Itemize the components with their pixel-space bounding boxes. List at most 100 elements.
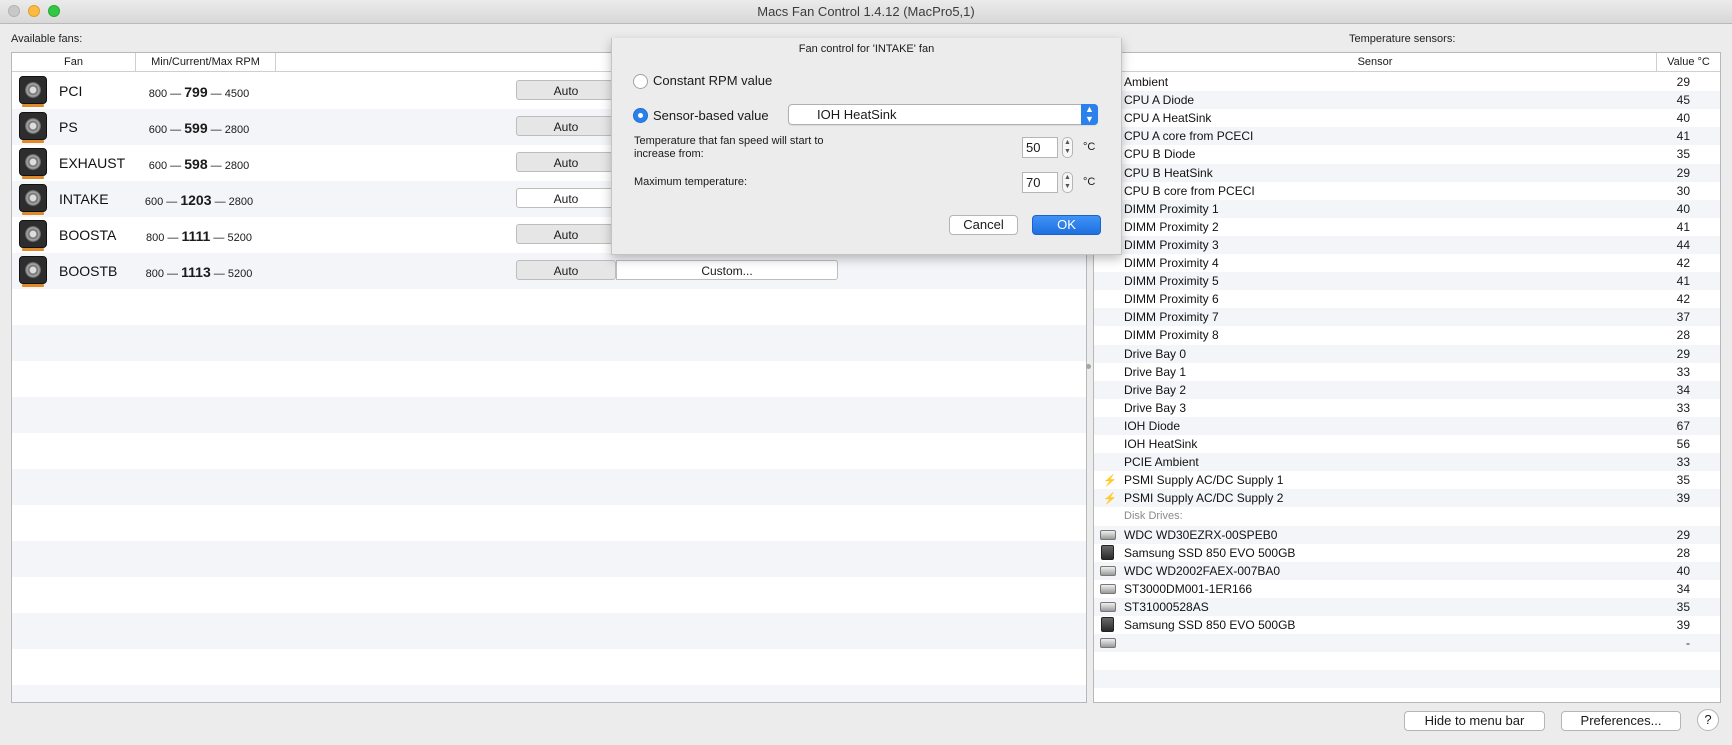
fan-control-dialog: Fan control for 'INTAKE' fan Constant RP… — [611, 38, 1122, 255]
sensor-row[interactable]: CPU A Diode 45 — [1094, 91, 1718, 109]
auto-button[interactable]: Auto — [516, 260, 616, 280]
sensor-row[interactable]: CPU B core from PCECI 30 — [1094, 182, 1718, 200]
sensor-row[interactable]: Samsung SSD 850 EVO 500GB 39 — [1094, 616, 1718, 634]
sensor-row[interactable]: DIMM Proximity 3 44 — [1094, 236, 1718, 254]
constant-rpm-label[interactable]: Constant RPM value — [653, 73, 772, 88]
sensor-row[interactable]: Drive Bay 3 33 — [1094, 399, 1718, 417]
cancel-button[interactable]: Cancel — [949, 215, 1018, 235]
sensor-value: 56 — [1676, 437, 1690, 451]
preferences-button[interactable]: Preferences... — [1561, 711, 1681, 731]
sensor-value: 45 — [1676, 93, 1690, 108]
window-title: Macs Fan Control 1.4.12 (MacPro5,1) — [757, 4, 975, 19]
sensor-value: 28 — [1676, 328, 1690, 343]
sensor-row[interactable]: CPU B Diode 35 — [1094, 145, 1718, 163]
auto-button[interactable]: Auto — [516, 224, 616, 244]
sensor-row[interactable]: IOH HeatSink 56 — [1094, 435, 1718, 453]
sensor-name: Drive Bay 3 — [1124, 400, 1187, 415]
sensor-name: WDC WD2002FAEX-007BA0 — [1124, 563, 1281, 578]
sensor-based-label[interactable]: Sensor-based value — [653, 108, 769, 123]
sensor-row[interactable]: WDC WD30EZRX-00SPEB0 29 — [1094, 526, 1718, 544]
auto-button[interactable]: Auto — [516, 152, 616, 172]
sensor-row[interactable]: - — [1094, 634, 1718, 652]
sensor-row[interactable]: ST3000DM001-1ER166 34 — [1094, 580, 1718, 598]
sensor-based-radio[interactable] — [633, 108, 648, 123]
auto-button[interactable]: Auto — [516, 188, 616, 208]
sensor-name: CPU B core from PCECI — [1124, 183, 1255, 198]
fan-rpm-current: 599 — [184, 120, 208, 136]
power-bolt-icon: ⚡ — [1103, 475, 1117, 488]
sensor-name: CPU B HeatSink — [1124, 165, 1213, 180]
fan-rpm-current: 1203 — [180, 192, 212, 208]
sensor-row[interactable]: ⚡ PSMI Supply AC/DC Supply 1 35 — [1094, 471, 1718, 489]
sensor-select[interactable]: IOH HeatSink ▲ ▼ — [788, 104, 1098, 125]
custom-button[interactable]: Custom... — [616, 260, 838, 280]
sensor-row[interactable]: CPU B HeatSink 29 — [1094, 164, 1718, 182]
panel-splitter-handle[interactable] — [1086, 364, 1091, 369]
auto-button[interactable]: Auto — [516, 80, 616, 100]
sensor-row[interactable]: CPU A core from PCECI 41 — [1094, 127, 1718, 145]
sensor-row[interactable]: ⚡ PSMI Supply AC/DC Supply 2 39 — [1094, 489, 1718, 507]
fan-rpm: 600 — 1203 — 2800 — [144, 192, 254, 208]
sensor-name: Drive Bay 0 — [1124, 346, 1187, 361]
sensor-value: 29 — [1676, 165, 1690, 180]
sensor-row[interactable]: DIMM Proximity 1 40 — [1094, 200, 1718, 218]
start-temperature-input[interactable]: 50 — [1022, 137, 1058, 158]
constant-rpm-radio[interactable] — [633, 74, 648, 89]
sensor-row[interactable]: DIMM Proximity 8 28 — [1094, 326, 1718, 344]
sensor-value: 37 — [1676, 310, 1690, 325]
sensor-row[interactable]: Drive Bay 0 29 — [1094, 345, 1718, 363]
max-temperature-input[interactable]: 70 — [1022, 172, 1058, 193]
ok-button[interactable]: OK — [1032, 215, 1101, 235]
sensor-row[interactable]: ST31000528AS 35 — [1094, 598, 1718, 616]
sensor-value: 44 — [1676, 237, 1690, 252]
help-button[interactable]: ? — [1697, 709, 1719, 731]
sensor-row[interactable]: DIMM Proximity 5 41 — [1094, 272, 1718, 290]
sensor-row[interactable]: CPU A HeatSink 40 — [1094, 109, 1718, 127]
fan-name: PCI — [59, 83, 83, 99]
sensor-row[interactable]: Drive Bay 2 34 — [1094, 381, 1718, 399]
auto-button[interactable]: Auto — [516, 116, 616, 136]
fan-rpm-min: 800 — [148, 88, 168, 100]
sensor-name: PSMI Supply AC/DC Supply 2 — [1124, 491, 1284, 506]
fan-column-header[interactable]: Fan — [12, 53, 136, 72]
hard-disk-icon — [1100, 583, 1116, 594]
rpm-column-header[interactable]: Min/Current/Max RPM — [136, 53, 276, 72]
value-column-header[interactable]: Value °C — [1657, 53, 1720, 72]
sensor-row[interactable]: PCIE Ambient 33 — [1094, 453, 1718, 471]
fan-rpm-current: 1113 — [181, 264, 211, 280]
sensor-row[interactable]: DIMM Proximity 4 42 — [1094, 254, 1718, 272]
sensor-value: 42 — [1676, 292, 1690, 307]
sensor-row[interactable]: DIMM Proximity 7 37 — [1094, 308, 1718, 326]
sensor-row[interactable]: Samsung SSD 850 EVO 500GB 28 — [1094, 544, 1718, 562]
fan-rpm-min: 600 — [148, 160, 168, 172]
dialog-title: Fan control for 'INTAKE' fan — [798, 43, 935, 55]
sensor-column-header[interactable]: Sensor — [1094, 53, 1657, 72]
sensor-name: Drive Bay 1 — [1124, 364, 1187, 379]
max-temperature-stepper[interactable]: ▲ ▼ — [1062, 172, 1073, 193]
sensor-name: Disk Drives: — [1124, 510, 1183, 523]
hard-disk-icon — [1100, 638, 1116, 649]
fan-rpm-max: 2800 — [224, 124, 250, 136]
sensor-group-header[interactable]: Disk Drives: — [1094, 507, 1718, 525]
fan-rpm-min: 600 — [148, 124, 168, 136]
start-temperature-stepper[interactable]: ▲ ▼ — [1062, 137, 1073, 158]
sensor-name: CPU A HeatSink — [1124, 111, 1212, 126]
sensor-name: ST3000DM001-1ER166 — [1124, 581, 1253, 596]
sensor-value: 34 — [1676, 581, 1690, 596]
sensor-value: 41 — [1676, 219, 1690, 234]
sensor-row[interactable]: Drive Bay 1 33 — [1094, 363, 1718, 381]
fan-rpm: 800 — 1111 — 5200 — [146, 228, 252, 244]
sensor-name: DIMM Proximity 5 — [1124, 274, 1219, 289]
sensor-value: 33 — [1676, 400, 1690, 415]
hide-to-menu-bar-button[interactable]: Hide to menu bar — [1404, 711, 1545, 731]
sensor-row[interactable]: WDC WD2002FAEX-007BA0 40 — [1094, 562, 1718, 580]
sensor-row[interactable]: DIMM Proximity 2 41 — [1094, 218, 1718, 236]
sensor-name: DIMM Proximity 1 — [1124, 201, 1219, 216]
sensor-name: DIMM Proximity 2 — [1124, 219, 1219, 234]
sensor-row[interactable]: IOH Diode 67 — [1094, 417, 1718, 435]
sensor-row[interactable]: DIMM Proximity 6 42 — [1094, 290, 1718, 308]
sensor-select-value: IOH HeatSink — [817, 107, 897, 122]
sensor-row[interactable]: Ambient 29 — [1094, 73, 1718, 91]
fan-row[interactable]: BOOSTB 800 — 1113 — 5200 Auto Custom... — [12, 253, 1084, 289]
sensor-name: DIMM Proximity 7 — [1124, 310, 1219, 325]
